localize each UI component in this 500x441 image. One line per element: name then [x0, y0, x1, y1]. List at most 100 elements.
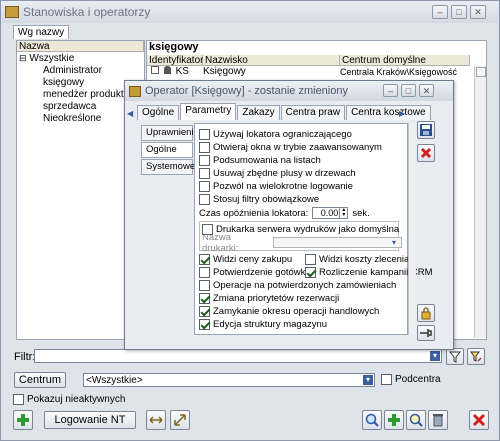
option-row[interactable]: Używaj lokatora ograniczającego — [199, 128, 407, 141]
center-select[interactable]: <Wszystkie> — [83, 373, 375, 387]
printer-dropdown-icon[interactable]: ▾ — [392, 238, 396, 247]
tab-centra-kosztowe[interactable]: Centra kosztowe — [346, 105, 431, 120]
plus-icon — [388, 414, 400, 426]
option-row[interactable]: Otwieraj okna w trybie zaawansowanym — [199, 141, 407, 154]
col-header-center[interactable]: Centrum domyślne — [340, 55, 470, 66]
add-operator-button[interactable] — [13, 410, 33, 430]
magnifier-edit-icon — [409, 413, 423, 427]
option-checkbox[interactable] — [199, 293, 210, 304]
delay-input[interactable]: 0.00 — [312, 207, 341, 219]
add-user-icon — [17, 414, 29, 426]
dialog-maximize-button[interactable]: □ — [401, 84, 416, 97]
col-header-id[interactable]: Identyfikator — [147, 55, 203, 66]
option-checkbox[interactable] — [305, 254, 316, 265]
option-checkbox[interactable] — [199, 280, 210, 291]
option-checkbox[interactable] — [199, 306, 210, 317]
swap-arrows-icon — [174, 414, 186, 426]
trash-icon — [433, 414, 443, 427]
dialog-minimize-button[interactable]: – — [383, 84, 398, 97]
option-checkbox[interactable] — [199, 155, 210, 166]
logon-nt-button[interactable]: Logowanie NT — [44, 411, 136, 429]
filter-dropdown-icon[interactable]: ▾ — [430, 351, 440, 361]
option-checkbox[interactable] — [199, 142, 210, 153]
option-row[interactable]: Podsumowania na listach — [199, 154, 407, 167]
tab-centra-praw[interactable]: Centra praw — [280, 105, 346, 120]
row-checkbox[interactable] — [151, 66, 159, 74]
tree-collapse-icon[interactable]: ⊟ — [19, 53, 27, 63]
dialog-scrollbar[interactable] — [408, 123, 416, 335]
center-button[interactable]: Centrum — [14, 372, 66, 388]
col-header-name[interactable]: Nazwisko — [203, 55, 340, 66]
window-title: Stanowiska i operatorzy — [23, 5, 151, 19]
option-row[interactable]: Zmiana priorytetów rezerwacji — [199, 292, 407, 305]
subcenters-checkbox[interactable]: Podcentra — [381, 374, 441, 385]
edit-button[interactable] — [406, 410, 426, 430]
option-row[interactable]: Zamykanie okresu operacji handlowych — [199, 305, 407, 318]
option-row[interactable]: Widzi ceny zakupu — [199, 253, 305, 266]
pin-button[interactable] — [417, 325, 435, 341]
maximize-button[interactable]: □ — [451, 5, 467, 19]
delay-spinner[interactable]: ▴ ▾ — [340, 207, 349, 219]
lock-button[interactable] — [417, 304, 435, 322]
option-checkbox[interactable] — [199, 181, 210, 192]
side-tabs: Uprawnienia Ogólne Systemowe — [141, 125, 199, 175]
tab-parametry[interactable]: Parametry — [180, 103, 237, 120]
filter-button[interactable] — [446, 348, 464, 365]
dialog-title: Operator [Księgowy] - zostanie zmieniony — [145, 85, 348, 97]
printer-name-select[interactable] — [272, 237, 402, 248]
option-row[interactable]: Rozliczenie kampanii CRM — [305, 266, 433, 279]
switch-button[interactable] — [170, 410, 190, 430]
add-button[interactable] — [384, 410, 404, 430]
app-icon — [5, 6, 19, 18]
side-tab-ogolne[interactable]: Ogólne — [141, 142, 193, 158]
tab-wg-nazwy[interactable]: Wg nazwy — [13, 25, 70, 39]
print-server-checkbox[interactable] — [202, 224, 213, 235]
tab-zakazy[interactable]: Zakazy — [237, 105, 280, 120]
side-tab-systemowe[interactable]: Systemowe — [141, 159, 195, 175]
option-row[interactable]: Stosuj filtry obowiązkowe — [199, 193, 407, 206]
table-row[interactable]: KS Księgowy Centrala Kraków\Księgowość — [147, 66, 486, 78]
option-checkbox[interactable] — [199, 254, 210, 265]
grid-scrollbar[interactable] — [474, 66, 486, 338]
option-row[interactable]: Potwierdzenie gotówki — [199, 266, 308, 279]
filter-settings-button[interactable] — [467, 348, 485, 365]
print-server-group: Drukarka serwera wydruków jako domyślna … — [199, 221, 402, 254]
save-button[interactable] — [417, 121, 435, 139]
lock-icon — [421, 307, 431, 320]
dialog-close-button[interactable]: ✕ — [419, 84, 434, 97]
delay-unit: sek. — [352, 207, 370, 219]
options-panel: Używaj lokatora ograniczającego Otwieraj… — [194, 123, 433, 335]
cancel-button[interactable] — [417, 144, 435, 162]
pin-icon — [420, 329, 432, 337]
option-checkbox[interactable] — [199, 267, 210, 278]
printer-name-row: Nazwa drukarki: ▾ — [202, 232, 402, 254]
option-row[interactable]: Widzi koszty zlecenia — [305, 253, 409, 266]
option-row[interactable]: Pozwól na wielokrotne logowanie — [199, 180, 407, 193]
show-inactive-checkbox[interactable]: Pokazuj nieaktywnych — [13, 394, 125, 405]
search-icon — [365, 413, 379, 427]
search-button[interactable] — [362, 410, 382, 430]
operator-dialog: Operator [Księgowy] - zostanie zmieniony… — [124, 80, 454, 350]
option-checkbox[interactable] — [305, 267, 316, 278]
tab-ogolne[interactable]: Ogólne — [137, 105, 180, 120]
close-button[interactable] — [469, 410, 489, 430]
option-checkbox[interactable] — [199, 129, 210, 140]
move-button[interactable] — [146, 410, 166, 430]
center-dropdown-icon[interactable]: ▾ — [363, 375, 373, 385]
grid-options: Widzi ceny zakupu Potwierdzenie gotówki … — [199, 253, 433, 279]
delete-button[interactable] — [428, 410, 448, 430]
tree-item-administrator[interactable]: Administrator — [17, 65, 144, 77]
option-checkbox[interactable] — [199, 168, 210, 179]
minimize-button[interactable]: – — [432, 5, 448, 19]
filter-input[interactable] — [34, 349, 442, 363]
option-row[interactable]: Usuwaj zbędne plusy w drzewach — [199, 167, 407, 180]
option-checkbox[interactable] — [199, 194, 210, 205]
side-tab-uprawnienia[interactable]: Uprawnienia — [141, 125, 199, 141]
option-row[interactable]: Operacje na potwierdzonych zamówieniach — [199, 279, 407, 292]
tab-scroll-right[interactable]: ▶ — [399, 109, 405, 118]
option-row[interactable]: Edycja struktury magazynu — [199, 318, 407, 331]
tab-scroll-left[interactable]: ◀ — [127, 109, 133, 118]
tree-root[interactable]: ⊟ Wszystkie — [17, 52, 144, 65]
close-window-button[interactable]: ✕ — [470, 5, 486, 19]
option-checkbox[interactable] — [199, 319, 210, 330]
